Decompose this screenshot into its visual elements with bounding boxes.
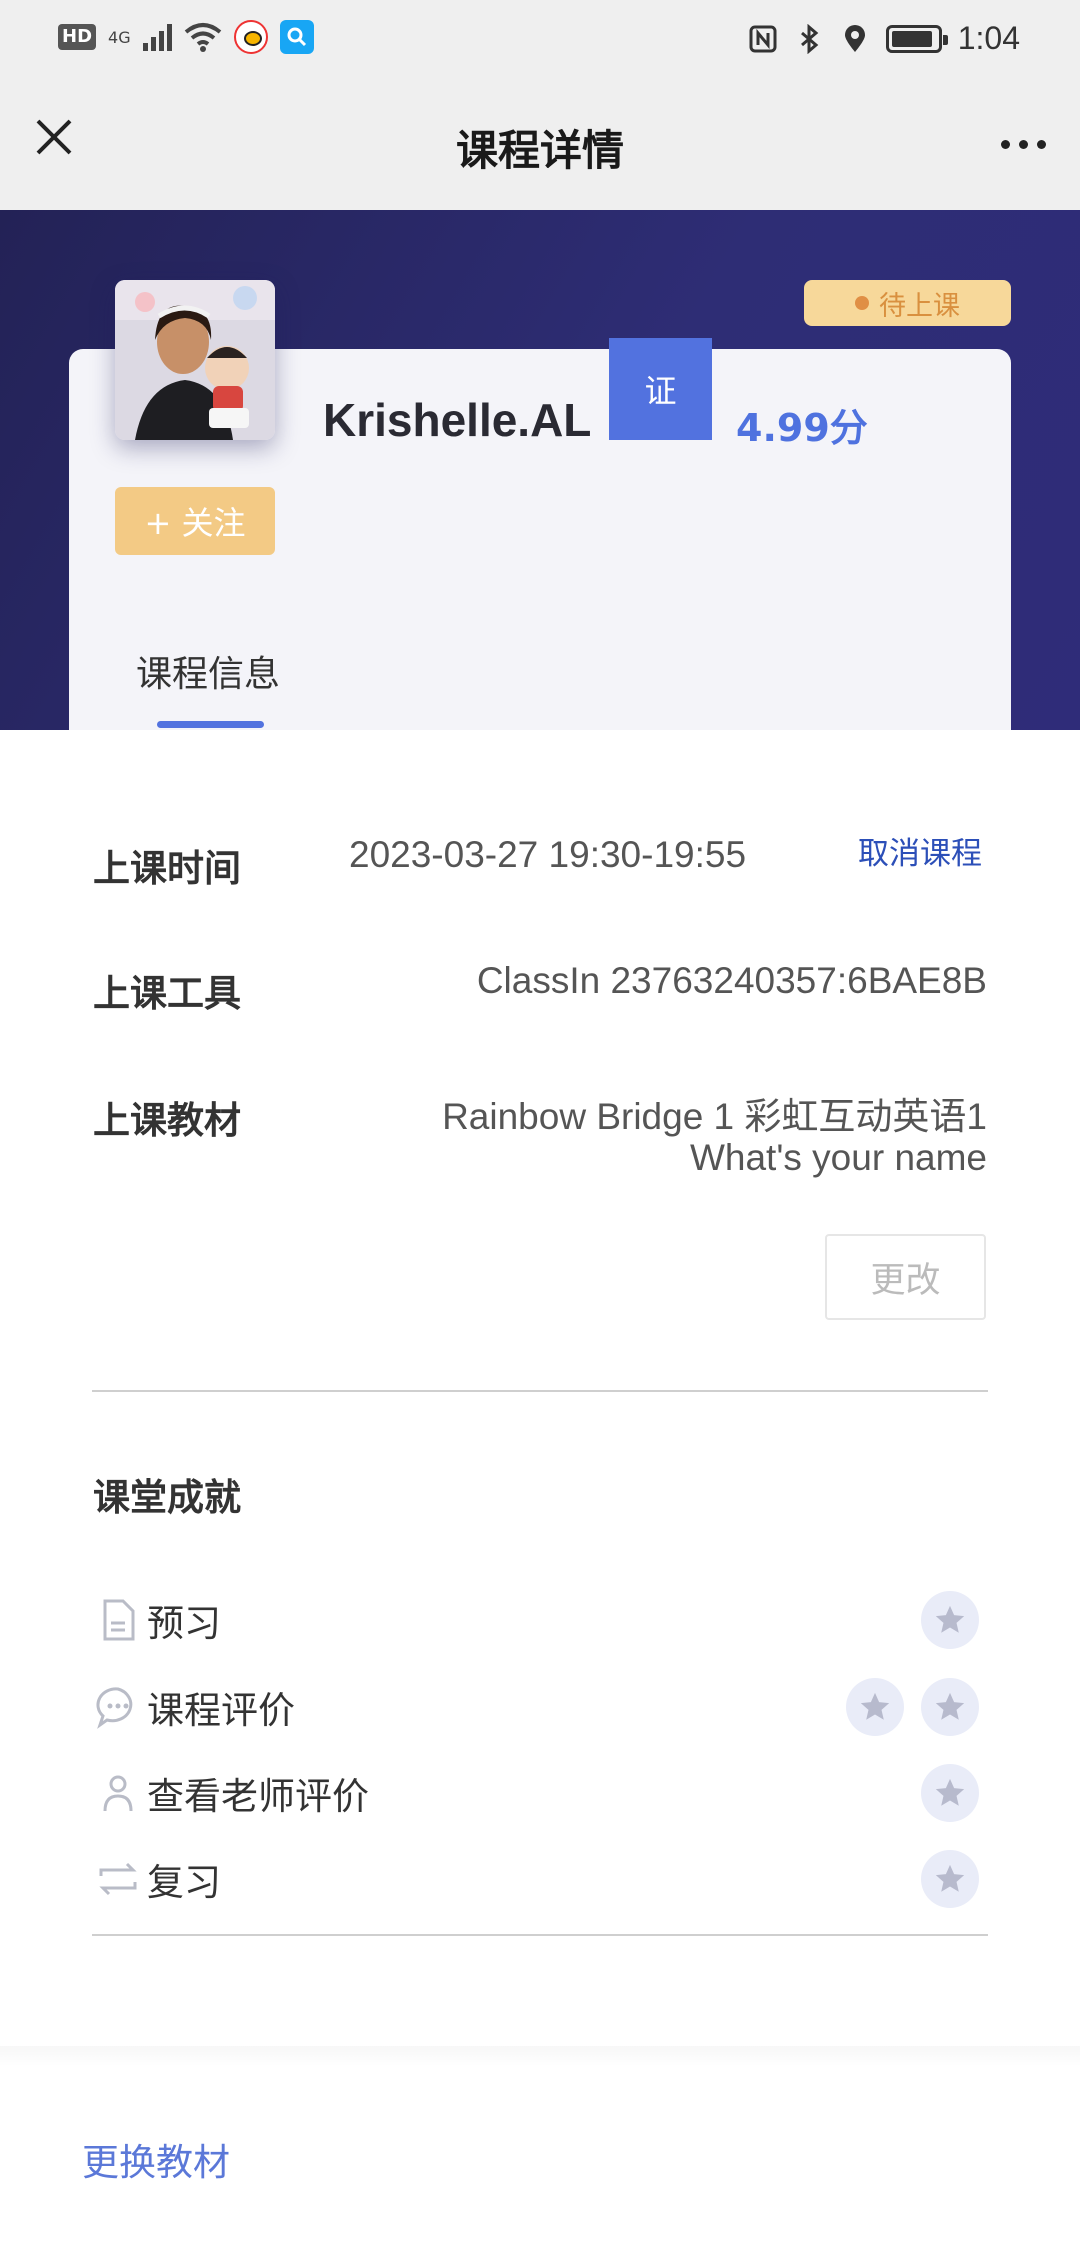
repeat-icon	[99, 1862, 137, 1896]
class-tool-value: ClassIn 23763240357:6BAE8B	[476, 960, 987, 1001]
chat-icon	[96, 1687, 133, 1729]
achievement-course-review[interactable]: 课程评价	[95, 1677, 295, 1737]
achievement-label: 预习	[147, 1602, 221, 1645]
divider	[92, 1390, 988, 1392]
star-icon	[921, 1850, 979, 1908]
achievement-label: 课程评价	[147, 1689, 295, 1732]
status-time: 1:04	[957, 20, 1020, 56]
class-material-line1: Rainbow Bridge 1 彩虹互动英语1	[442, 1096, 987, 1137]
status-badge: 待上课	[804, 280, 1011, 326]
follow-button[interactable]: + 关注	[115, 487, 275, 555]
divider	[92, 1934, 988, 1936]
footer-separator	[0, 2046, 1080, 2066]
certified-badge: 证	[609, 338, 712, 440]
status-dot	[855, 296, 869, 310]
search-app-icon	[279, 20, 314, 54]
location-icon	[844, 24, 865, 52]
change-material-button[interactable]: 更改	[825, 1234, 986, 1320]
class-material-label: 上课教材	[93, 1099, 241, 1142]
achievement-teacher-review[interactable]: 查看老师评价	[95, 1763, 369, 1823]
wifi-icon	[184, 23, 221, 52]
status-badge-label: 待上课	[879, 290, 960, 322]
tab-course-info[interactable]: 课程信息	[136, 645, 280, 697]
tab-active-indicator	[157, 721, 264, 728]
class-material-line2: What's your name	[689, 1137, 987, 1178]
class-tool-label: 上课工具	[93, 972, 241, 1015]
battery-icon	[885, 24, 948, 53]
star-icon	[921, 1764, 979, 1822]
teacher-name: Krishelle.AL	[323, 394, 592, 446]
achievement-review[interactable]: 复习	[95, 1849, 221, 1909]
cancel-course-link[interactable]: 取消课程	[858, 828, 982, 873]
teacher-rating: 4.99分	[736, 406, 868, 450]
nfc-icon	[749, 25, 777, 52]
avatar[interactable]	[115, 280, 275, 440]
class-time-label: 上课时间	[93, 847, 241, 890]
star-icon	[921, 1591, 979, 1649]
more-icon[interactable]	[1001, 140, 1046, 149]
change-material-link[interactable]: 更换教材	[82, 2132, 230, 2186]
achievement-label: 复习	[147, 1861, 221, 1904]
page-title: 课程详情	[455, 126, 624, 175]
achievement-label: 查看老师评价	[147, 1775, 369, 1818]
signal-icon	[142, 23, 172, 51]
star-icon	[846, 1678, 904, 1736]
hd-icon: HD	[58, 24, 97, 50]
status-bar-left: HD 4G	[58, 20, 314, 54]
status-bar-right: 1:04	[748, 20, 1020, 57]
network-type: 4G	[108, 27, 131, 47]
achievement-preview[interactable]: 预习	[95, 1590, 221, 1650]
person-icon	[103, 1775, 133, 1812]
bluetooth-icon	[800, 23, 819, 54]
star-icon	[921, 1678, 979, 1736]
class-time-value: 2023-03-27 19:30-19:55	[349, 834, 747, 875]
weibo-icon	[233, 20, 268, 54]
document-icon	[103, 1599, 135, 1641]
achievements-title: 课堂成就	[93, 1476, 241, 1519]
